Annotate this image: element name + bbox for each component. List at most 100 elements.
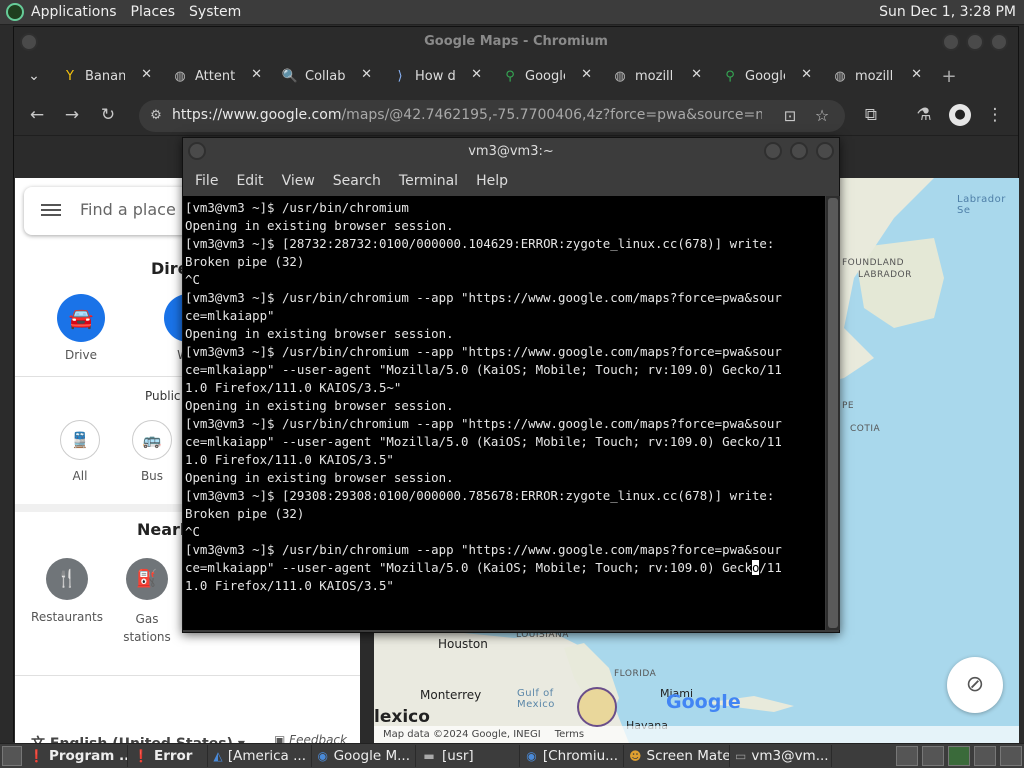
menu-places[interactable]: Places [124, 4, 183, 20]
labs-flask-icon[interactable]: ⚗ [913, 104, 935, 126]
terminal-menu-edit[interactable]: Edit [227, 173, 272, 189]
terminal-menu-file[interactable]: File [186, 173, 227, 189]
close-button[interactable] [990, 33, 1008, 51]
install-app-icon[interactable]: ⊡ [779, 105, 801, 127]
tab-close-icon[interactable]: ✕ [801, 67, 812, 82]
workspace-2-icon[interactable] [948, 746, 970, 766]
taskbar-item-label: [America ... [227, 748, 306, 764]
workspace-3-icon[interactable] [974, 746, 996, 766]
tab[interactable]: ◍ Attent ✕ [164, 59, 274, 93]
tab[interactable]: ◍ mozill ✕ [824, 59, 934, 93]
bookmark-star-icon[interactable]: ☆ [811, 105, 833, 127]
taskbar-item[interactable]: ▭ vm3@vm... [730, 745, 832, 767]
taskbar-item[interactable]: ◉ [Chromiu... [520, 745, 624, 767]
gas-stations-label: Gas stations [123, 612, 171, 644]
restaurants-button[interactable]: 🍴 [46, 558, 88, 600]
tab-close-icon[interactable]: ✕ [251, 67, 262, 82]
tab-close-icon[interactable]: ✕ [691, 67, 702, 82]
reload-icon[interactable]: ↻ [97, 104, 119, 126]
terminal-window: vm3@vm3:~ File Edit View Search Terminal… [182, 137, 840, 633]
tab-label: Banan [85, 68, 125, 84]
tab-close-icon[interactable]: ✕ [141, 67, 152, 82]
minimize-button[interactable] [942, 33, 960, 51]
my-location-button[interactable]: ⊘ [947, 657, 1003, 713]
taskbar-item[interactable]: ◭ [America ... [208, 745, 312, 767]
error-icon: ❗ [29, 749, 44, 763]
panel-clock[interactable]: Sun Dec 1, 3:28 PM [879, 4, 1016, 20]
tab[interactable]: ◍ mozill ✕ [604, 59, 714, 93]
terminal-menu-help[interactable]: Help [467, 173, 517, 189]
workspace-4-icon[interactable] [1000, 746, 1022, 766]
map-label-labrador-sea: Labrador Se [957, 194, 1006, 216]
tab-label: mozill [855, 68, 894, 84]
screen-mate-pet-icon[interactable] [577, 687, 617, 727]
car-icon: 🚘 [68, 306, 94, 330]
tab[interactable]: Y Banan ✕ [54, 59, 164, 93]
menu-system[interactable]: System [182, 4, 248, 20]
terminal-titlebar[interactable]: vm3@vm3:~ [183, 138, 839, 166]
address-bar[interactable]: ⚙ https://www.google.com/maps/@42.746219… [139, 100, 845, 132]
taskbar-item[interactable]: ◉ Google M... [312, 745, 416, 767]
more-menu-icon[interactable]: ⋮ [984, 104, 1006, 126]
drive-mode-button[interactable]: 🚘 [57, 294, 105, 342]
tab[interactable]: ⟩ How d ✕ [384, 59, 494, 93]
tab[interactable]: 🔍 Collab ✕ [274, 59, 384, 93]
tab-close-icon[interactable]: ✕ [581, 67, 592, 82]
maximize-button[interactable] [966, 33, 984, 51]
taskbar-item[interactable]: ❗ Error [128, 745, 208, 767]
terminal-minimize-button[interactable] [764, 142, 782, 160]
terminal-last-line: 1.0 Firefox/111.0 KAIOS/3.5" [185, 578, 394, 593]
terminal-menu-view[interactable]: View [273, 173, 324, 189]
map-label-florida: FLORIDA [614, 669, 657, 679]
terminal-menu-terminal[interactable]: Terminal [390, 173, 467, 189]
terminal-output[interactable]: [vm3@vm3 ~]$ /usr/bin/chromium Opening in… [183, 196, 825, 630]
tab-close-icon[interactable]: ✕ [471, 67, 482, 82]
chromium-titlebar[interactable]: Google Maps - Chromium [14, 27, 1018, 57]
terminal-scrollbar[interactable] [826, 196, 840, 630]
terminal-line: [vm3@vm3 ~]$ [28732:28732:0100/000000.10… [185, 236, 775, 251]
gas-stations-button[interactable]: ⛽ [126, 558, 168, 600]
taskbar-item[interactable]: ❗ Program ... [24, 745, 128, 767]
restaurants-label: Restaurants [31, 610, 103, 624]
search-input[interactable]: Find a place [80, 200, 176, 219]
extensions-icon[interactable]: ⧉ [860, 104, 882, 126]
terms-link[interactable]: Terms [555, 729, 584, 740]
tab-label: Attent [195, 68, 235, 84]
map-label-labrador: LABRADOR [858, 270, 912, 280]
transit-all-button[interactable]: 🚆 [60, 420, 100, 460]
terminal-maximize-button[interactable] [790, 142, 808, 160]
taskbar-item[interactable]: ☻ Screen Mate [624, 745, 730, 767]
terminal-menu-search[interactable]: Search [324, 173, 390, 189]
menu-applications[interactable]: Applications [24, 4, 124, 20]
tab-close-icon[interactable]: ✕ [361, 67, 372, 82]
url-path: /maps/@42.7462195,-75.7700406,4z?force=p… [341, 107, 762, 123]
terminal-line: ce=mlkaiapp" --user-agent "Mozilla/5.0 (… [185, 362, 782, 377]
terminal-line: [vm3@vm3 ~]$ /usr/bin/chromium --app "ht… [185, 290, 782, 305]
tab-close-icon[interactable]: ✕ [911, 67, 922, 82]
profile-avatar-icon[interactable]: ● [949, 104, 971, 126]
site-info-icon[interactable]: ⚙ [145, 105, 167, 127]
taskbar-item[interactable]: ▬ [usr] [416, 745, 520, 767]
new-tab-button[interactable]: + [934, 66, 964, 87]
terminal-window-menu-button[interactable] [188, 142, 206, 160]
transit-bus-button[interactable]: 🚌 [132, 420, 172, 460]
maps-pin-icon: ⚲ [505, 68, 515, 84]
taskbar-item-label: Program ... [48, 748, 128, 764]
google-logo: Google [666, 691, 741, 713]
terminal-close-button[interactable] [816, 142, 834, 160]
hamburger-menu-icon[interactable] [41, 201, 61, 219]
window-menu-button[interactable] [20, 33, 38, 51]
distro-logo-icon[interactable] [6, 3, 24, 21]
tab-search-chevron-icon[interactable]: ⌄ [14, 68, 54, 84]
terminal-line: Broken pipe (32) [185, 254, 305, 269]
tab[interactable]: ⚲ Google ✕ [494, 59, 604, 93]
terminal-icon: ▭ [735, 749, 747, 763]
url-text[interactable]: https://www.google.com/maps/@42.7462195,… [172, 107, 762, 123]
show-desktop-icon[interactable] [2, 746, 22, 766]
forward-icon[interactable]: → [61, 104, 83, 126]
workspace-1-icon[interactable] [922, 746, 944, 766]
back-icon[interactable]: ← [26, 104, 48, 126]
terminal-scrollbar-thumb[interactable] [828, 198, 838, 628]
tab[interactable]: ⚲ Google ✕ [714, 59, 824, 93]
tray-app-icon[interactable] [896, 746, 918, 766]
